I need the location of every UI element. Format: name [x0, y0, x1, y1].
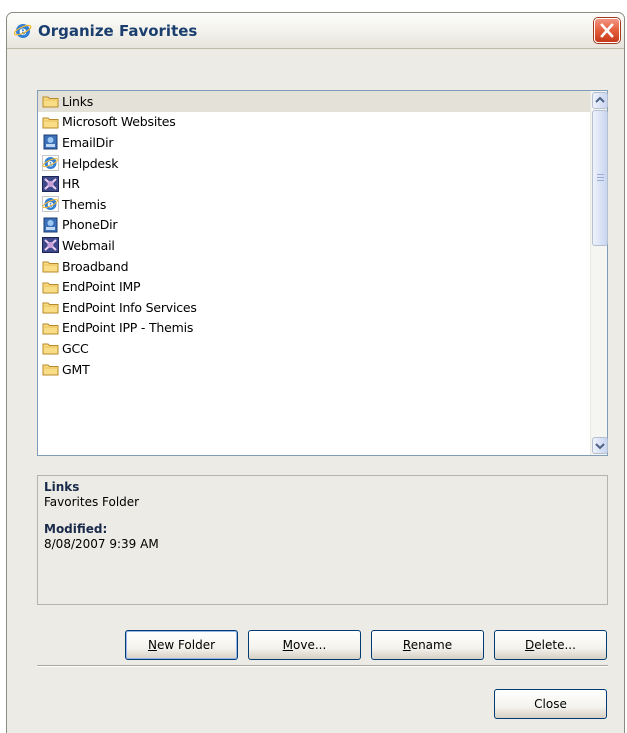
move-mnemonic: M	[282, 638, 294, 652]
list-item[interactable]: HR	[38, 173, 590, 194]
title-bar[interactable]: e Organize Favorites	[7, 13, 624, 49]
rename-label: ename	[410, 638, 453, 652]
list-item[interactable]: EndPoint IPP - Themis	[38, 318, 590, 339]
list-item-label: EndPoint Info Services	[62, 299, 197, 315]
close-button[interactable]: Close	[494, 689, 607, 719]
folder-icon	[42, 93, 59, 109]
ie-icon: e	[42, 196, 59, 213]
details-panel: Links Favorites Folder Modified: 8/08/20…	[37, 475, 608, 605]
folder-icon	[42, 299, 59, 315]
list-item-label: Microsoft Websites	[62, 114, 176, 130]
folder-icon	[42, 340, 59, 356]
list-item[interactable]: Webmail	[38, 235, 590, 256]
list-item-label: GCC	[62, 340, 89, 356]
details-name: Links	[44, 480, 80, 494]
dialog-body: Links Microsoft Websites EmailDir e Helpdesk…	[7, 50, 624, 733]
list-item-label: Links	[62, 93, 94, 109]
list-item[interactable]: GMT	[38, 359, 590, 380]
list-item-label: EndPoint IPP - Themis	[62, 320, 194, 336]
web-icon	[42, 175, 59, 192]
chevron-down-icon	[595, 443, 605, 450]
favorites-list[interactable]: Links Microsoft Websites EmailDir e Helpdesk…	[37, 90, 608, 456]
list-item-label: PhoneDir	[62, 217, 118, 233]
chevron-up-icon	[595, 96, 605, 103]
delete-button[interactable]: Delete...	[494, 630, 607, 660]
network-icon	[42, 217, 59, 233]
delete-mnemonic: D	[525, 638, 535, 652]
delete-label: elete...	[534, 638, 576, 652]
list-item[interactable]: Broadband	[38, 256, 590, 277]
web-icon	[42, 237, 59, 254]
organize-favorites-dialog: e Organize Favorites Links Microsoft Webs…	[6, 12, 625, 733]
list-item[interactable]: Microsoft Websites	[38, 112, 590, 133]
details-modified-value: 8/08/2007 9:39 AM	[44, 537, 159, 551]
list-item-label: Themis	[62, 196, 107, 212]
move-button[interactable]: Move...	[248, 630, 361, 660]
rename-button[interactable]: Rename	[371, 630, 484, 660]
details-type: Favorites Folder	[44, 495, 140, 509]
list-item-label: HR	[62, 176, 80, 192]
list-item[interactable]: e Helpdesk	[38, 153, 590, 174]
divider	[37, 665, 608, 667]
folder-icon	[42, 320, 59, 336]
scroll-up-button[interactable]	[592, 92, 608, 109]
new-folder-mnemonic: N	[147, 638, 157, 652]
list-item[interactable]: EndPoint Info Services	[38, 297, 590, 318]
folder-icon	[42, 258, 59, 274]
window-title: Organize Favorites	[38, 22, 198, 40]
folder-icon	[42, 279, 59, 295]
list-item-label: Helpdesk	[62, 155, 119, 171]
ie-icon: e	[14, 24, 32, 38]
folder-icon	[42, 361, 59, 377]
list-item[interactable]: Links	[38, 91, 590, 112]
list-item-label: Webmail	[62, 237, 115, 253]
move-label: ove...	[293, 638, 327, 652]
list-item-label: GMT	[62, 361, 90, 377]
close-icon	[600, 23, 614, 38]
network-icon	[42, 134, 59, 150]
new-folder-button[interactable]: New Folder	[125, 630, 238, 660]
scroll-thumb[interactable]	[592, 110, 608, 246]
close-window-button[interactable]	[594, 18, 620, 43]
rename-mnemonic: R	[402, 638, 411, 652]
list-item[interactable]: PhoneDir	[38, 215, 590, 236]
vertical-scrollbar[interactable]	[590, 91, 608, 455]
list-item-label: EndPoint IMP	[62, 279, 141, 295]
new-folder-label: ew Folder	[156, 638, 216, 652]
details-modified-label: Modified:	[44, 522, 108, 536]
folder-icon	[42, 114, 59, 130]
favorites-list-items: Links Microsoft Websites EmailDir e Helpdesk…	[38, 91, 590, 455]
list-item[interactable]: GCC	[38, 338, 590, 359]
list-item-label: EmailDir	[62, 134, 114, 150]
list-item[interactable]: e Themis	[38, 194, 590, 215]
ie-icon: e	[42, 155, 59, 172]
list-item[interactable]: EndPoint IMP	[38, 276, 590, 297]
list-item-label: Broadband	[62, 258, 129, 274]
list-item[interactable]: EmailDir	[38, 132, 590, 153]
scroll-down-button[interactable]	[592, 437, 608, 454]
